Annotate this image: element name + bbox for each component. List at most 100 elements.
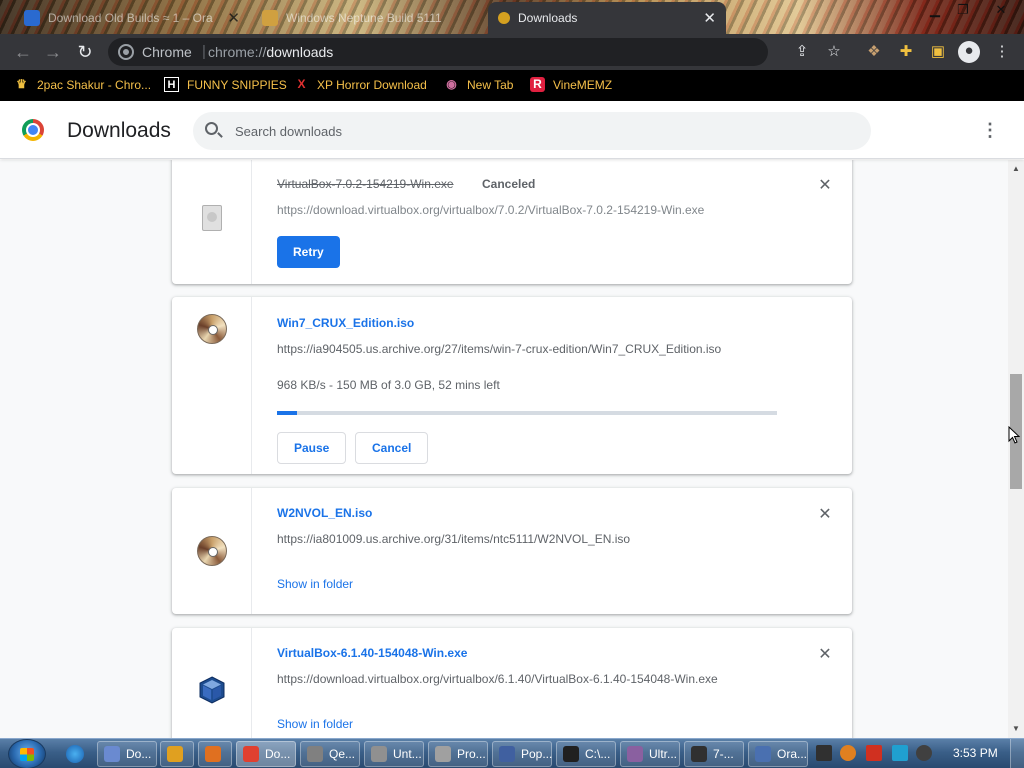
search-input[interactable] <box>235 121 835 141</box>
download-item: W2NVOL_EN.iso https://ia801009.us.archiv… <box>172 488 852 614</box>
taskbar-clock[interactable]: 3:53 PM <box>953 746 998 760</box>
tab-title: Downloads <box>518 11 578 25</box>
start-button[interactable] <box>8 739 46 768</box>
cancel-button[interactable]: Cancel <box>355 432 429 464</box>
tab-favicon-icon <box>24 10 40 26</box>
scroll-up-arrow-icon[interactable]: ▲ <box>1008 160 1024 176</box>
show-desktop-button[interactable] <box>1010 739 1024 768</box>
taskbar-button-label: Ora... <box>777 747 808 761</box>
taskbar-button[interactable]: Do... <box>97 741 157 767</box>
show-in-folder-link[interactable]: Show in folder <box>277 717 353 731</box>
tab-close-icon[interactable]: ✕ <box>227 9 240 27</box>
unknown-tray-icon[interactable] <box>816 745 832 761</box>
taskbar-button-label: Do... <box>126 747 152 761</box>
minimize-icon[interactable]: ▁ <box>924 2 946 18</box>
show-in-folder-link[interactable]: Show in folder <box>277 577 353 591</box>
internet-explorer-icon[interactable] <box>66 745 84 763</box>
bookmark-label: VineMEMZ <box>553 77 613 92</box>
remove-download-icon[interactable]: ✕ <box>816 504 834 524</box>
download-icon-column <box>172 628 252 738</box>
7zip-icon <box>691 746 707 762</box>
download-icon-column <box>172 297 252 474</box>
bookmark-2pac-shakur[interactable]: ♛ 2pac Shakur - Chro... <box>14 77 151 92</box>
share-icon[interactable]: ⇪ <box>792 42 812 62</box>
downloads-list: VirtualBox-7.0.2-154219-Win.exe Canceled… <box>0 160 1008 738</box>
remove-download-icon[interactable]: ✕ <box>816 175 834 195</box>
tab-downloads[interactable]: Downloads ✕ <box>488 2 726 34</box>
taskbar-button[interactable]: Do... <box>236 741 296 767</box>
search-box[interactable] <box>193 112 871 150</box>
r-icon: R <box>530 77 545 92</box>
chrome-logo-icon <box>22 119 44 141</box>
flag-tray-icon[interactable] <box>866 745 882 761</box>
download-url[interactable]: https://ia904505.us.archive.org/27/items… <box>277 342 721 356</box>
taskbar-button[interactable]: Ultr... <box>620 741 680 767</box>
taskbar-button[interactable]: C:\... <box>556 741 616 767</box>
reload-icon[interactable]: ↻ <box>74 41 96 63</box>
bookmark-label: 2pac Shakur - Chro... <box>37 77 152 92</box>
scroll-down-arrow-icon[interactable]: ▼ <box>1008 722 1024 738</box>
taskbar-button[interactable] <box>198 741 232 767</box>
chrome-menu-icon[interactable]: ⋮ <box>992 42 1012 62</box>
forward-arrow-icon[interactable]: → <box>42 41 64 63</box>
download-file-name[interactable]: VirtualBox-6.1.40-154048-Win.exe <box>277 646 467 660</box>
download-url[interactable]: https://download.virtualbox.org/virtualb… <box>277 672 718 686</box>
monitor-tray-icon[interactable] <box>892 745 908 761</box>
tab-windows-neptune[interactable]: Windows Neptune Build 5111 <box>252 2 488 34</box>
taskbar-button[interactable]: Pro... <box>428 741 488 767</box>
taskbar-button-label: Unt... <box>393 747 422 761</box>
bookmark-new-tab[interactable]: ◉ New Tab <box>444 77 513 92</box>
download-icon-column <box>172 160 252 284</box>
bookmark-star-icon[interactable]: ☆ <box>824 42 844 62</box>
download-url[interactable]: https://ia801009.us.archive.org/31/items… <box>277 532 630 546</box>
profile-avatar-icon[interactable]: ● <box>958 41 980 63</box>
paint-icon <box>205 746 221 762</box>
address-bar[interactable]: Chrome | chrome://downloads <box>108 38 768 66</box>
taskbar-button-label: Pop... <box>521 747 553 761</box>
more-vert-icon[interactable]: ⋮ <box>980 118 1000 142</box>
bookmark-funny-snippies[interactable]: H FUNNY SNIPPIES <box>164 77 287 92</box>
tab-favicon-icon <box>262 10 278 26</box>
taskbar-button[interactable] <box>160 741 194 767</box>
pause-button[interactable]: Pause <box>277 432 347 464</box>
taskbar-button[interactable]: Ora... <box>748 741 808 767</box>
download-icon-column <box>172 488 252 614</box>
download-url[interactable]: https://download.virtualbox.org/virtualb… <box>277 203 704 217</box>
bookmark-vinememz[interactable]: R VineMEMZ <box>530 77 612 92</box>
extensions-puzzle-icon[interactable]: ✚ <box>896 42 916 62</box>
popup-icon <box>499 746 515 762</box>
extension-cat-icon[interactable]: ❖ <box>864 42 884 62</box>
taskbar-button[interactable]: 7-... <box>684 741 744 767</box>
url-scheme: chrome:// <box>208 44 267 60</box>
window-close-icon[interactable]: ✕ <box>990 2 1012 18</box>
tab-download-old-builds[interactable]: Download Old Builds ≈ 1 – Ora ✕ <box>14 2 250 34</box>
bookmark-label: XP Horror Download <box>317 77 427 92</box>
download-progress-bar <box>277 411 777 415</box>
download-file-name[interactable]: Win7_CRUX_Edition.iso <box>277 316 414 330</box>
side-panel-icon[interactable]: ▣ <box>928 42 948 62</box>
downloads-header: Downloads ⋮ <box>0 101 1024 159</box>
bookmark-xp-horror-download[interactable]: X XP Horror Download <box>294 77 427 92</box>
disc-image-icon <box>197 314 227 344</box>
taskbar-button[interactable]: Qe... <box>300 741 360 767</box>
tupac-icon: ♛ <box>16 77 27 91</box>
taskbar-button[interactable]: Unt... <box>364 741 424 767</box>
taskbar-button-label: 7-... <box>713 747 734 761</box>
download-file-name[interactable]: W2NVOL_EN.iso <box>277 506 372 520</box>
browser-toolbar: ← → ↻ Chrome | chrome://downloads ⇪ ☆ ❖ … <box>0 34 1024 70</box>
retry-button[interactable]: Retry <box>277 236 340 268</box>
download-file-name[interactable]: VirtualBox-7.0.2-154219-Win.exe <box>277 177 454 191</box>
tools-tray-icon[interactable] <box>840 745 856 761</box>
omnibox-url[interactable]: chrome://downloads <box>208 44 333 60</box>
taskbar-button[interactable]: Pop... <box>492 741 552 767</box>
search-icon[interactable] <box>205 122 218 135</box>
virtualbox-icon <box>755 746 771 762</box>
untitled-icon <box>371 746 387 762</box>
disc-image-icon <box>197 536 227 566</box>
back-arrow-icon[interactable]: ← <box>12 41 34 63</box>
remove-download-icon[interactable]: ✕ <box>816 644 834 664</box>
restore-icon[interactable]: ❐ <box>952 2 974 18</box>
tab-close-icon[interactable]: ✕ <box>703 9 716 27</box>
page-scrollbar[interactable]: ▲ ▼ <box>1008 160 1024 738</box>
volume-tray-icon[interactable] <box>916 745 932 761</box>
